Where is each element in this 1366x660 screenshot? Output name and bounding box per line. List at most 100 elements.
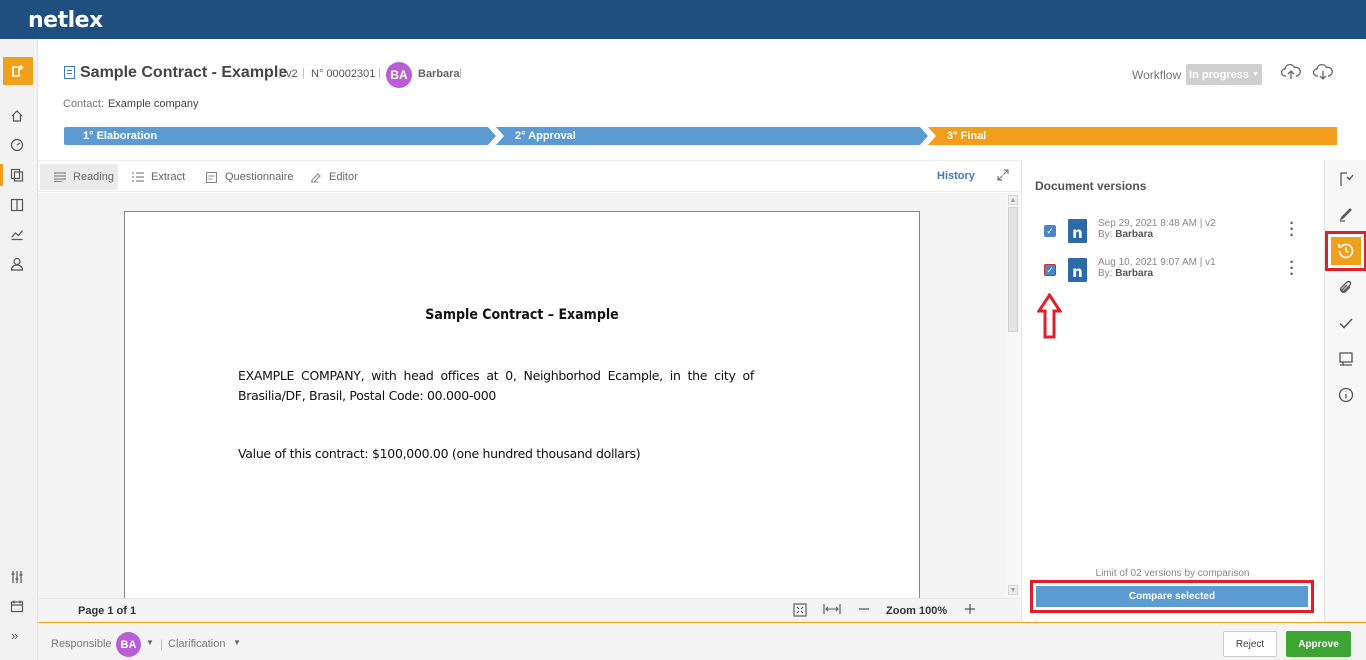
page-count: Page 1 of 1 (78, 605, 137, 617)
workflow-status-dropdown[interactable]: In progress ▼ (1186, 64, 1262, 85)
document-icon (64, 66, 75, 79)
version-item[interactable]: ✓ n Aug 10, 2021 9:07 AM | v1 By: Barbar… (1022, 252, 1325, 288)
tab-reading-label: Reading (73, 171, 114, 183)
flag-check-icon[interactable] (1335, 168, 1357, 190)
netlex-n-icon: n (1068, 219, 1087, 243)
viewer-status-bar: Page 1 of 1 Zoom 100% (38, 598, 1020, 622)
edit-icon (310, 172, 322, 183)
comparison-limit-note: Limit of 02 versions by comparison (1095, 568, 1250, 579)
chevron-down-icon[interactable]: ▼ (233, 638, 241, 647)
separator: | (378, 67, 381, 79)
upload-cloud-icon[interactable] (1280, 63, 1303, 83)
tab-questionnaire[interactable]: Questionnaire (192, 164, 304, 190)
dashboard-icon[interactable] (6, 134, 28, 156)
scroll-up-icon[interactable]: ▲ (1008, 195, 1018, 205)
avatar[interactable]: BA (386, 62, 412, 88)
comment-icon[interactable] (1335, 348, 1357, 370)
netlex-logo[interactable]: netlex (28, 8, 103, 33)
separator: | (160, 637, 164, 651)
checkmark-icon[interactable] (1335, 312, 1357, 334)
document-header: Sample Contract - Example | v2 | N° 0000… (38, 39, 1366, 159)
version-label: v2 (286, 68, 298, 80)
more-options-icon[interactable]: · · · (1287, 216, 1297, 244)
versions-panel-title: Document versions (1035, 179, 1147, 193)
add-document-icon[interactable] (3, 57, 33, 85)
contact-label: Contact: (63, 98, 104, 110)
separator: | (278, 67, 281, 79)
document-viewer[interactable]: Sample Contract – Example EXAMPLE COMPAN… (38, 193, 1020, 598)
tab-extract[interactable]: Extract (118, 164, 195, 190)
version-author-label: By: (1098, 268, 1113, 279)
reject-button[interactable]: Reject (1223, 631, 1277, 657)
more-options-icon[interactable]: · · · (1287, 255, 1297, 283)
scroll-down-icon[interactable]: ▼ (1008, 585, 1018, 595)
lines-icon (54, 172, 66, 182)
workflow-stepper: 1° Elaboration 2° Approval 3° Final (64, 127, 1337, 145)
chevron-down-icon: ▼ (1252, 71, 1259, 78)
info-icon[interactable] (1335, 384, 1357, 406)
document-title: Sample Contract - Example (80, 64, 288, 81)
step-approval[interactable]: 2° Approval (496, 127, 928, 145)
document-number: N° 00002301 (311, 68, 376, 80)
netlex-n-icon: n (1068, 258, 1087, 282)
version-date: Sep 29, 2021 8:48 AM | v2 (1098, 218, 1216, 229)
fit-width-icon[interactable] (823, 603, 841, 618)
signature-pen-icon[interactable] (1335, 203, 1357, 225)
step-elaboration[interactable]: 1° Elaboration (64, 127, 496, 145)
form-icon (206, 171, 218, 183)
fit-page-icon[interactable] (793, 603, 807, 620)
tab-reading[interactable]: Reading (40, 164, 118, 190)
scrollbar-thumb[interactable] (1008, 207, 1018, 332)
contact-row: Contact: Example company (63, 98, 198, 110)
vertical-scrollbar[interactable]: ▲ ▼ (1006, 193, 1020, 598)
workflow-status-text: In progress (1189, 68, 1249, 81)
contract-value-line: Value of this contract: $100,000.00 (one… (238, 446, 641, 461)
history-link[interactable]: History (937, 170, 975, 182)
zoom-out-icon[interactable] (858, 603, 870, 618)
footer-bar: Responsible BA ▼ | Clarification ▼ Rejec… (38, 622, 1366, 660)
view-tabs: Reading Extract Questionnaire Editor His… (38, 160, 1020, 192)
version-author-label: By: (1098, 229, 1113, 240)
documents-icon[interactable] (6, 164, 28, 186)
compare-selected-button[interactable]: Compare selected (1036, 586, 1308, 607)
contract-parties-paragraph: EXAMPLE COMPANY, with head offices at 0,… (238, 368, 754, 403)
active-indicator (0, 164, 3, 186)
version-item[interactable]: ✓ n Sep 29, 2021 8:48 AM | v2 By: Barbar… (1022, 213, 1325, 249)
attachment-icon[interactable] (1335, 277, 1357, 299)
version-date: Aug 10, 2021 9:07 AM | v1 (1098, 257, 1216, 268)
contract-title: Sample Contract – Example (425, 307, 619, 323)
left-sidebar (0, 39, 38, 660)
calendar-icon[interactable] (6, 595, 28, 617)
fullscreen-icon[interactable] (996, 168, 1012, 184)
right-toolbar (1324, 160, 1366, 622)
clarification-dropdown[interactable]: Clarification (168, 638, 225, 650)
approve-button[interactable]: Approve (1286, 631, 1351, 657)
reports-icon[interactable] (6, 223, 28, 245)
step-final[interactable]: 3° Final (928, 127, 1337, 145)
version-checkbox[interactable]: ✓ (1044, 225, 1056, 237)
document-versions-panel: Document versions ✓ n Sep 29, 2021 8:48 … (1021, 160, 1324, 622)
home-icon[interactable] (6, 105, 28, 127)
list-icon (132, 172, 144, 182)
responsible-avatar[interactable]: BA (116, 632, 141, 657)
board-icon[interactable] (6, 194, 28, 216)
tab-editor[interactable]: Editor (296, 164, 368, 190)
separator: | (459, 67, 462, 79)
red-up-arrow-annotation (1036, 292, 1063, 339)
version-history-icon[interactable] (1331, 237, 1361, 265)
document-page: Sample Contract – Example EXAMPLE COMPAN… (124, 211, 920, 598)
expand-sidebar-icon[interactable]: » (11, 628, 18, 643)
owner-name: Barbara (418, 68, 460, 80)
chevron-down-icon[interactable]: ▼ (146, 638, 154, 647)
zoom-in-icon[interactable] (964, 603, 976, 618)
settings-sliders-icon[interactable] (6, 566, 28, 588)
responsible-label: Responsible (51, 638, 112, 650)
workflow-label: Workflow (1132, 68, 1182, 82)
version-checkbox[interactable]: ✓ (1044, 264, 1056, 276)
zoom-level: Zoom 100% (886, 605, 948, 617)
tab-questionnaire-label: Questionnaire (225, 171, 294, 183)
download-cloud-icon[interactable] (1312, 63, 1335, 83)
tab-editor-label: Editor (329, 171, 358, 183)
user-icon[interactable] (6, 253, 28, 275)
version-author: By: Barbara (1098, 229, 1153, 240)
